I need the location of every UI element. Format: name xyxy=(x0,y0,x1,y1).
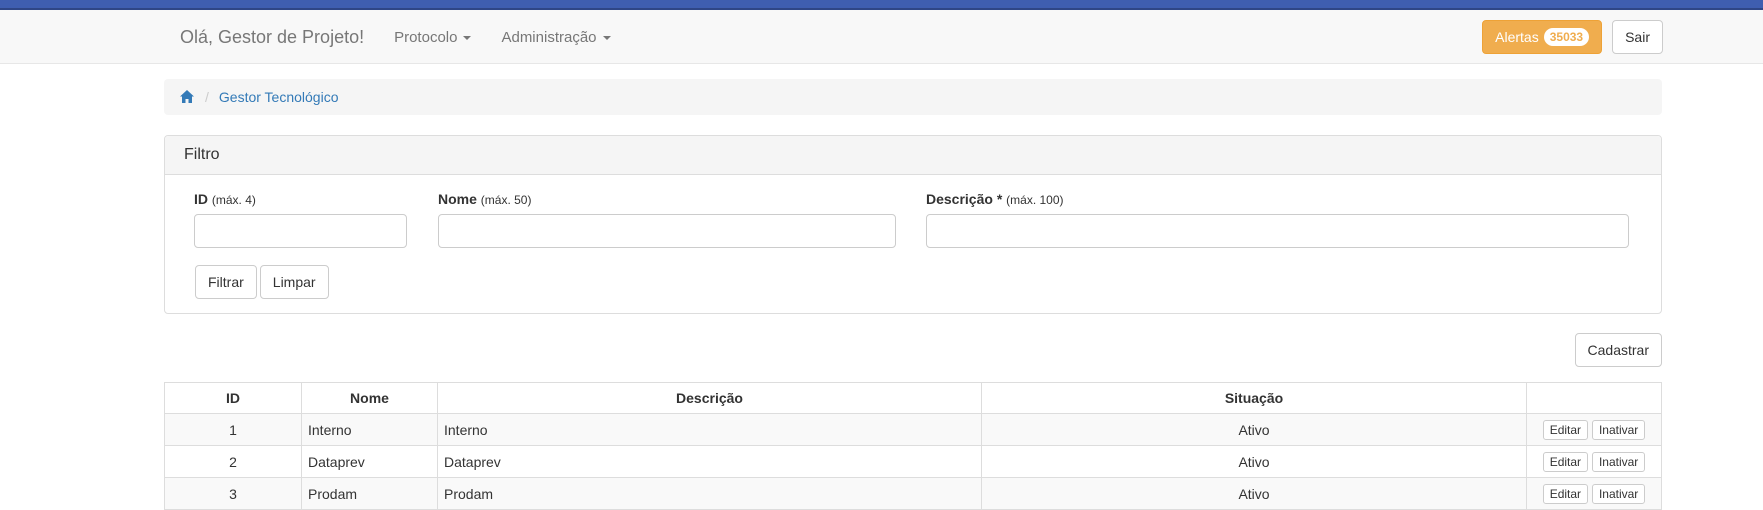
menu-protocolo[interactable]: Protocolo xyxy=(394,28,472,46)
cell-status: Ativo xyxy=(981,413,1527,446)
name-field-label: Nome (máx. 50) xyxy=(438,191,896,207)
name-label-text: Nome xyxy=(438,191,477,207)
navbar-right: Alertas 35033 Sair xyxy=(1482,20,1663,54)
table-row: 1 Interno Interno Ativo Editar Inativar xyxy=(164,413,1662,446)
id-field-group: ID (máx. 4) xyxy=(194,191,407,248)
breadcrumb-current[interactable]: Gestor Tecnológico xyxy=(219,89,339,105)
breadcrumb: / Gestor Tecnológico xyxy=(164,79,1662,115)
cell-status: Ativo xyxy=(981,477,1527,510)
id-field-label: ID (máx. 4) xyxy=(194,191,407,207)
cell-description: Prodam xyxy=(437,477,982,510)
cell-description: Dataprev xyxy=(437,445,982,478)
cell-actions: Editar Inativar xyxy=(1526,477,1662,510)
id-label-hint: (máx. 4) xyxy=(211,193,256,207)
header-id: ID xyxy=(164,382,302,414)
top-accent-strip xyxy=(0,0,1763,10)
cell-id: 2 xyxy=(164,445,302,478)
cell-id: 1 xyxy=(164,413,302,446)
breadcrumb-separator: / xyxy=(205,89,209,105)
edit-button[interactable]: Editar xyxy=(1542,419,1589,440)
description-field-label: Descrição * (máx. 100) xyxy=(926,191,1629,207)
cell-name: Prodam xyxy=(301,477,438,510)
name-label-hint: (máx. 50) xyxy=(480,193,532,207)
description-label-hint: (máx. 100) xyxy=(1006,193,1064,207)
header-name: Nome xyxy=(301,382,438,414)
menu-administracao-label: Administração xyxy=(501,28,597,46)
cell-status: Ativo xyxy=(981,445,1527,478)
cell-name: Interno xyxy=(301,413,438,446)
filter-panel: Filtro ID (máx. 4) Nome (máx. 50) Descri… xyxy=(164,135,1662,314)
menu-protocolo-label: Protocolo xyxy=(394,28,458,46)
name-input[interactable] xyxy=(438,214,896,248)
results-table: ID Nome Descrição Situação 1 Interno Int… xyxy=(164,382,1662,510)
description-input[interactable] xyxy=(926,214,1629,248)
alerts-label: Alertas xyxy=(1495,29,1539,45)
filter-panel-title: Filtro xyxy=(165,136,1661,175)
alerts-count-badge: 35033 xyxy=(1543,28,1590,46)
actions-bar: Cadastrar xyxy=(164,333,1662,367)
cell-actions: Editar Inativar xyxy=(1526,413,1662,446)
greeting-brand[interactable]: Olá, Gestor de Projeto! xyxy=(180,27,364,48)
header-description: Descrição xyxy=(437,382,982,414)
table-row: 2 Dataprev Dataprev Ativo Editar Inativa… xyxy=(164,445,1662,478)
description-field-group: Descrição * (máx. 100) xyxy=(926,191,1629,248)
header-status: Situação xyxy=(981,382,1527,414)
filter-buttons: Filtrar Limpar xyxy=(195,265,329,299)
deactivate-button[interactable]: Inativar xyxy=(1591,451,1646,472)
edit-button[interactable]: Editar xyxy=(1542,451,1589,472)
cell-description: Interno xyxy=(437,413,982,446)
table-row: 3 Prodam Prodam Ativo Editar Inativar xyxy=(164,477,1662,510)
cell-name: Dataprev xyxy=(301,445,438,478)
chevron-down-icon xyxy=(602,36,611,40)
menu-administracao[interactable]: Administração xyxy=(501,28,611,46)
clear-button[interactable]: Limpar xyxy=(259,265,329,299)
chevron-down-icon xyxy=(463,36,472,40)
header-actions xyxy=(1526,382,1662,414)
cell-id: 3 xyxy=(164,477,302,510)
create-button[interactable]: Cadastrar xyxy=(1574,333,1662,367)
filter-button[interactable]: Filtrar xyxy=(195,265,257,299)
deactivate-button[interactable]: Inativar xyxy=(1591,483,1646,504)
results-table-wrapper: ID Nome Descrição Situação 1 Interno Int… xyxy=(164,382,1662,510)
name-field-group: Nome (máx. 50) xyxy=(438,191,896,248)
alerts-button[interactable]: Alertas 35033 xyxy=(1482,20,1603,54)
navbar-inner: Olá, Gestor de Projeto! Protocolo Admini… xyxy=(164,10,1663,64)
cell-actions: Editar Inativar xyxy=(1526,445,1662,478)
deactivate-button[interactable]: Inativar xyxy=(1591,419,1646,440)
logout-button[interactable]: Sair xyxy=(1612,20,1663,54)
table-header-row: ID Nome Descrição Situação xyxy=(164,382,1662,414)
id-input[interactable] xyxy=(194,214,407,248)
description-label-text: Descrição * xyxy=(926,191,1003,207)
id-label-text: ID xyxy=(194,191,208,207)
home-icon[interactable] xyxy=(179,89,195,105)
edit-button[interactable]: Editar xyxy=(1542,483,1589,504)
navbar: Olá, Gestor de Projeto! Protocolo Admini… xyxy=(0,10,1763,64)
